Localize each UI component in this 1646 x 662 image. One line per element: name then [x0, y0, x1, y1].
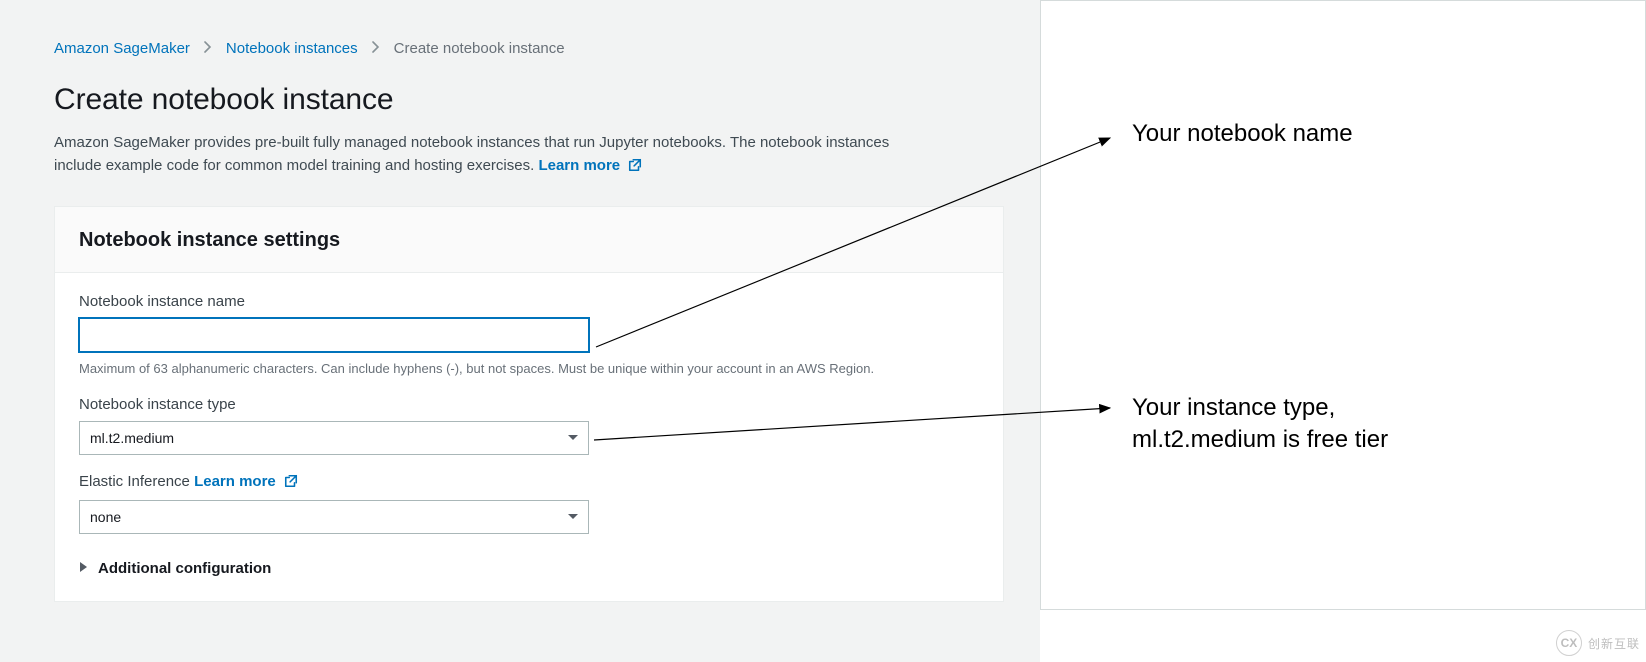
triangle-right-icon [79, 560, 88, 577]
elastic-field-label: Elastic Inference Learn more [79, 473, 979, 492]
elastic-inference-select[interactable]: none [79, 500, 589, 534]
instance-type-value: ml.t2.medium [90, 430, 174, 446]
form-panel: Amazon SageMaker Notebook instances Crea… [0, 0, 1040, 662]
settings-card: Notebook instance settings Notebook inst… [54, 206, 1004, 602]
page-title: Create notebook instance [54, 83, 1004, 117]
chevron-right-icon [372, 40, 380, 57]
additional-configuration-toggle[interactable]: Additional configuration [79, 552, 979, 577]
elastic-label-text: Elastic Inference [79, 473, 190, 490]
card-title: Notebook instance settings [79, 229, 979, 252]
annotation-notebook-name: Your notebook name [1132, 118, 1353, 150]
breadcrumb-current: Create notebook instance [394, 40, 565, 57]
breadcrumb: Amazon SageMaker Notebook instances Crea… [54, 10, 1004, 83]
annotation-type-line1: Your instance type, [1132, 392, 1388, 424]
external-link-icon [284, 474, 298, 492]
page-description-text: Amazon SageMaker provides pre-built full… [54, 134, 889, 174]
name-field-help: Maximum of 63 alphanumeric characters. C… [79, 360, 979, 378]
learn-more-text: Learn more [538, 157, 620, 174]
elastic-learn-more-text: Learn more [194, 473, 276, 490]
elastic-learn-more-link[interactable]: Learn more [194, 473, 298, 490]
page-description: Amazon SageMaker provides pre-built full… [54, 131, 934, 180]
watermark-text: 创新互联 [1588, 635, 1640, 652]
name-field-label: Notebook instance name [79, 293, 979, 310]
learn-more-link[interactable]: Learn more [538, 157, 642, 174]
external-link-icon [628, 156, 642, 179]
card-header: Notebook instance settings [55, 207, 1003, 273]
notebook-name-input[interactable] [79, 318, 589, 352]
elastic-inference-value: none [90, 509, 121, 525]
annotation-instance-type: Your instance type, ml.t2.medium is free… [1132, 392, 1388, 457]
annotation-type-line2: ml.t2.medium is free tier [1132, 424, 1388, 456]
additional-configuration-label: Additional configuration [98, 560, 271, 577]
instance-type-select[interactable]: ml.t2.medium [79, 421, 589, 455]
breadcrumb-link-sagemaker[interactable]: Amazon SageMaker [54, 40, 190, 57]
type-field-label: Notebook instance type [79, 396, 979, 413]
watermark-badge: CX [1556, 630, 1582, 656]
watermark: CX 创新互联 [1556, 630, 1640, 656]
right-blank-panel [1040, 0, 1646, 610]
chevron-right-icon [204, 40, 212, 57]
breadcrumb-link-notebook-instances[interactable]: Notebook instances [226, 40, 358, 57]
